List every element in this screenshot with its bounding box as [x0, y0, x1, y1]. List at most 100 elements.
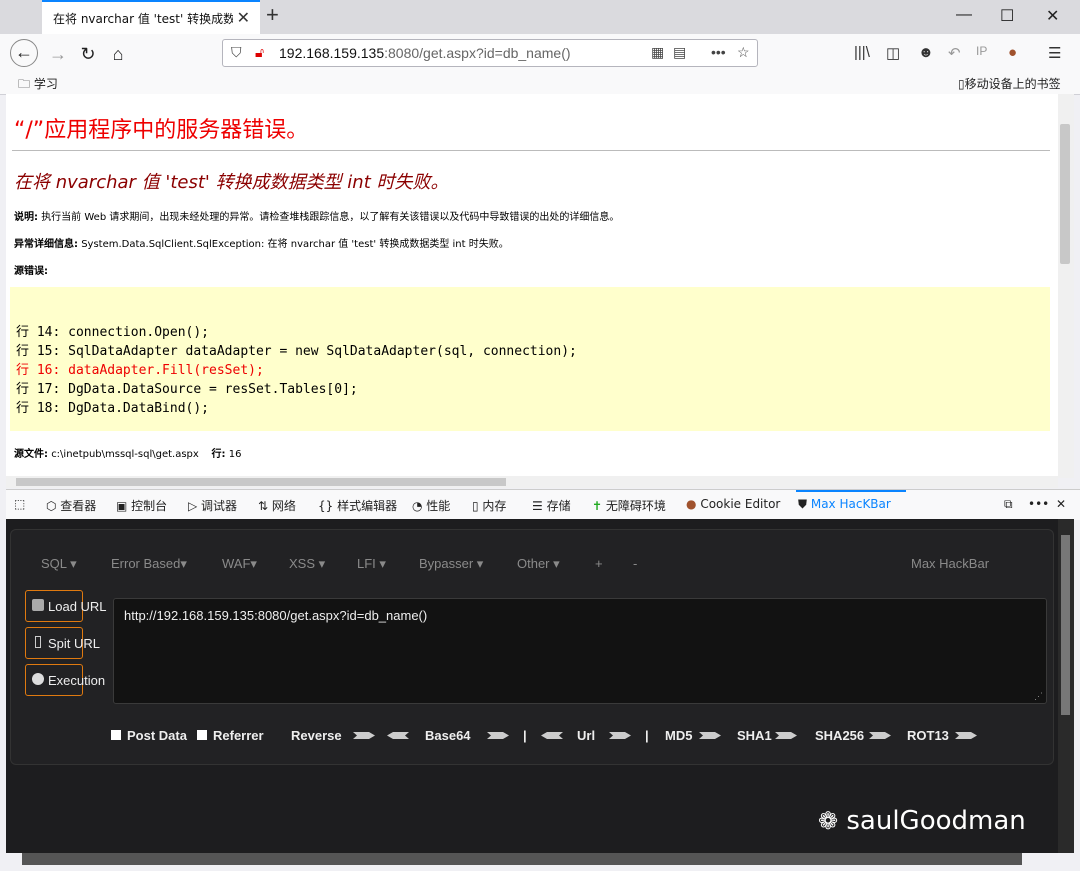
url-input-value[interactable]: http://192.168.159.135:8080/get.aspx?id=… [124, 608, 427, 623]
shield-icon[interactable]: ⛉ [231, 44, 242, 61]
mobile-bookmarks[interactable]: ▯移动设备上的书签 [958, 75, 1061, 92]
menu-error-based[interactable]: Error Based▾ [111, 556, 187, 572]
devtools-tab-storage[interactable]: ☰ 存储 [532, 497, 571, 514]
maximize-icon[interactable]: ☐ [1000, 6, 1014, 26]
page-horizontal-scrollbar[interactable] [6, 476, 1058, 488]
post-data-checkbox[interactable]: Post Data [111, 728, 187, 743]
arrow-left-icon[interactable] [541, 731, 563, 740]
hackbar-panel: SQL ▾ Error Based▾ WAF▾ XSS ▾ LFI ▾ Bypa… [6, 519, 1058, 853]
devtools-tab-inspector[interactable]: ⬡ 查看器 [46, 497, 96, 514]
base64-button[interactable]: Base64 [425, 728, 471, 743]
close-icon[interactable]: ✕ [237, 8, 250, 28]
scrollbar-thumb[interactable] [1060, 124, 1070, 264]
menu-plus[interactable]: + [595, 556, 603, 571]
checkbox-icon[interactable] [197, 730, 207, 740]
devtools-tab-network[interactable]: ⇅ 网络 [258, 497, 296, 514]
md5-button[interactable]: MD5 [665, 728, 692, 743]
referrer-checkbox[interactable]: Referrer [197, 728, 264, 743]
devtools-tab-performance[interactable]: ◔ 性能 [412, 497, 450, 514]
source-error-label: 源错误: [14, 266, 48, 277]
bottom-scrollbar[interactable] [22, 853, 1022, 865]
wechat-icon: ❁ [818, 807, 839, 835]
arrow-left-icon[interactable] [387, 731, 409, 740]
arrow-right-icon[interactable] [487, 731, 509, 740]
insecure-lock-icon[interactable]: 🔓︎ [255, 44, 264, 61]
page-actions-icon[interactable]: ••• [711, 44, 726, 60]
url-encode-button[interactable]: Url [577, 728, 595, 743]
sha1-button[interactable]: SHA1 [737, 728, 772, 743]
menu-sql[interactable]: SQL ▾ [41, 556, 77, 572]
picker-icon[interactable]: ⬚ [14, 497, 25, 511]
bookmark-star-icon[interactable]: ☆ [737, 44, 750, 61]
hackbar-container: SQL ▾ Error Based▾ WAF▾ XSS ▾ LFI ▾ Bypa… [10, 529, 1054, 765]
undo-icon[interactable]: ↶ [948, 44, 961, 62]
devtools-tab-accessibility[interactable]: ✝ 无障碍环境 [592, 497, 666, 514]
devtools-tab-memory[interactable]: ▯ 内存 [472, 497, 506, 514]
code-line: 行 15: SqlDataAdapter dataAdapter = new S… [16, 344, 577, 359]
error-heading: 在将 nvarchar 值 'test' 转换成数据类型 int 时失败。 [14, 172, 449, 193]
new-tab-icon[interactable]: + [266, 2, 279, 28]
devtools-tab-style-editor[interactable]: {} 样式编辑器 [318, 497, 397, 514]
avatar-icon[interactable]: ☻ [918, 44, 934, 61]
qr-code-icon[interactable]: ▦ [651, 44, 664, 61]
page-vertical-scrollbar[interactable] [1058, 94, 1074, 478]
separator: | [523, 728, 527, 743]
bookmarks-bar: 🗀 学习 ▯移动设备上的书签 [0, 72, 1080, 95]
minimize-icon[interactable]: — [956, 6, 972, 24]
code-line-error: 行 16: dataAdapter.Fill(resSet); [16, 363, 264, 378]
devtools-close-icon[interactable]: ✕ [1056, 497, 1066, 511]
more-icon[interactable]: ••• [1028, 497, 1049, 511]
url-textarea[interactable]: http://192.168.159.135:8080/get.aspx?id=… [113, 598, 1047, 704]
hackbar-brand: Max HackBar [911, 556, 990, 571]
watermark: ❁ saulGoodman [818, 806, 1026, 836]
dock-icon[interactable]: ⧉ [1004, 497, 1013, 512]
arrow-right-icon[interactable] [955, 731, 977, 740]
menu-icon[interactable]: ☰ [1048, 44, 1061, 62]
library-icon[interactable]: |||\ [854, 44, 870, 61]
scrollbar-thumb[interactable] [1061, 535, 1070, 715]
sha256-button[interactable]: SHA256 [815, 728, 864, 743]
code-line: 行 18: DgData.DataBind(); [16, 401, 210, 416]
devtools-tab-debugger[interactable]: ▷ 调试器 [188, 497, 237, 514]
arrow-right-icon[interactable] [353, 731, 375, 740]
arrow-right-icon[interactable] [699, 731, 721, 740]
devtools-tab-hackbar[interactable]: ⛊ Max HacKBar [798, 497, 891, 512]
menu-lfi[interactable]: LFI ▾ [357, 556, 386, 572]
menu-other[interactable]: Other ▾ [517, 556, 560, 572]
reverse-button[interactable]: Reverse [291, 728, 342, 743]
forward-icon[interactable]: → [44, 40, 72, 68]
execution-button[interactable]: Execution [25, 664, 105, 696]
arrow-right-icon[interactable] [869, 731, 891, 740]
devtools-tab-cookie-editor[interactable]: ● Cookie Editor [686, 497, 780, 511]
resize-handle-icon[interactable]: ⋰ [1034, 691, 1043, 702]
exception-line: 异常详细信息: System.Data.SqlClient.SqlExcepti… [14, 239, 509, 250]
sidebar-icon[interactable]: ◫ [886, 44, 900, 62]
menu-minus[interactable]: - [633, 556, 637, 571]
active-tab-indicator [796, 490, 906, 492]
hackbar-scrollbar[interactable] [1058, 519, 1074, 853]
home-icon[interactable]: ⌂ [104, 40, 132, 68]
url-bar[interactable]: ⛉ 🔓︎ 192.168.159.135:8080/get.aspx?id=db… [222, 39, 758, 67]
split-url-button[interactable]: Spit URL [25, 627, 100, 659]
devtools-tab-console[interactable]: ▣ 控制台 [116, 497, 167, 514]
reload-icon[interactable]: ↻ [74, 40, 102, 68]
arrow-right-icon[interactable] [775, 731, 797, 740]
rot13-button[interactable]: ROT13 [907, 728, 949, 743]
code-line: 行 17: DgData.DataSource = resSet.Tables[… [16, 382, 358, 397]
scrollbar-thumb[interactable] [16, 478, 506, 486]
load-url-button[interactable]: Load URL [25, 590, 107, 622]
back-icon[interactable]: ← [10, 39, 38, 67]
bookmark-folder[interactable]: 🗀 学习 [18, 75, 58, 96]
reader-view-icon[interactable]: ▤ [673, 44, 686, 61]
window-close-icon[interactable]: ✕ [1046, 6, 1059, 26]
url-text[interactable]: 192.168.159.135:8080/get.aspx?id=db_name… [279, 45, 571, 61]
cookie-icon[interactable]: ● [1008, 44, 1017, 61]
menu-bypasser[interactable]: Bypasser ▾ [419, 556, 483, 572]
active-tab[interactable]: 在将 nvarchar 值 'test' 转换成数据类型 ✕ [42, 0, 260, 34]
arrow-right-icon[interactable] [609, 731, 631, 740]
ip-icon[interactable]: IP [976, 44, 987, 58]
checkbox-icon[interactable] [111, 730, 121, 740]
page-title: “/”应用程序中的服务器错误。 [14, 118, 309, 143]
menu-waf[interactable]: WAF▾ [222, 556, 257, 572]
menu-xss[interactable]: XSS ▾ [289, 556, 325, 572]
